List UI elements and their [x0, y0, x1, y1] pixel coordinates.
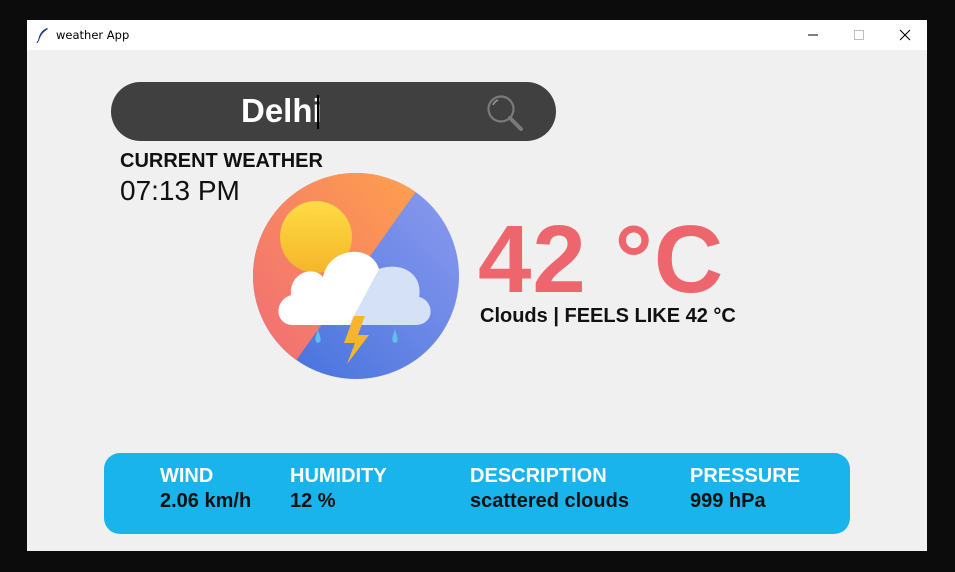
maximize-button[interactable] — [836, 20, 882, 50]
humidity-value: 12 % — [290, 490, 336, 512]
weather-details-bar: WIND 2.06 km/h HUMIDITY 12 % DESCRIPTION… — [104, 453, 850, 534]
humidity-label: HUMIDITY — [290, 465, 387, 487]
wind-label: WIND — [160, 465, 214, 487]
window-title: weather App — [56, 28, 130, 42]
close-button[interactable] — [882, 20, 928, 50]
cloud-thunder-rain-icon — [253, 173, 459, 379]
description-label: DESCRIPTION — [470, 465, 607, 487]
minimize-button[interactable] — [790, 20, 836, 50]
humidity-item: HUMIDITY 12 % — [290, 464, 387, 514]
current-weather-label: CURRENT WEATHER — [120, 150, 323, 172]
pressure-item: PRESSURE 999 hPa — [690, 464, 800, 514]
app-window: weather App Delhi CURRENT WEATHER 07:13 … — [27, 20, 927, 551]
pressure-value: 999 hPa — [690, 490, 766, 512]
feather-icon — [36, 28, 48, 43]
maximize-icon — [854, 30, 864, 40]
description-item: DESCRIPTION scattered clouds — [470, 464, 629, 514]
title-bar[interactable]: weather App — [27, 20, 927, 50]
description-value: scattered clouds — [470, 490, 629, 512]
minimize-icon — [808, 34, 818, 36]
wind-item: WIND 2.06 km/h — [160, 464, 251, 514]
close-icon — [899, 29, 911, 41]
text-cursor — [317, 95, 319, 129]
search-input[interactable]: Delhi — [241, 92, 322, 130]
pressure-label: PRESSURE — [690, 465, 801, 487]
search-bar[interactable]: Delhi — [111, 82, 556, 141]
weather-summary: Clouds | FEELS LIKE 42 °C — [480, 305, 736, 327]
temperature-value: 42 °C — [478, 206, 725, 313]
search-icon[interactable] — [485, 94, 525, 132]
wind-value: 2.06 km/h — [160, 490, 252, 512]
current-time: 07:13 PM — [120, 175, 240, 206]
